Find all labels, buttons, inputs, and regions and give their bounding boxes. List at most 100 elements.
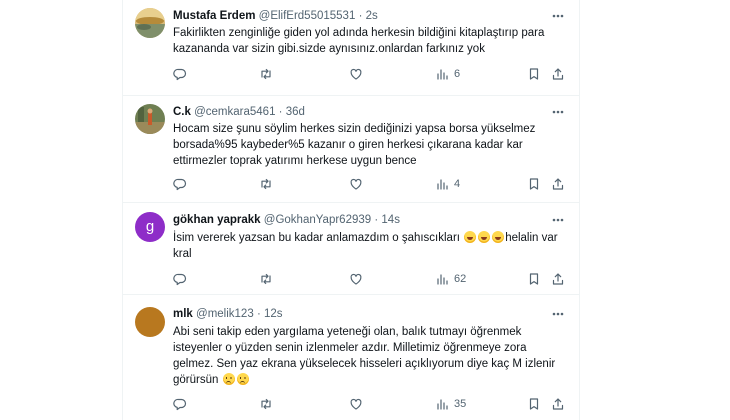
bookmark-icon (527, 177, 541, 191)
author-name[interactable]: Mustafa Erdem (173, 10, 255, 22)
avatar[interactable]: g (135, 212, 165, 242)
like-button[interactable] (349, 176, 363, 192)
reply-button[interactable] (173, 396, 187, 412)
views-count: 62 (454, 273, 467, 285)
tweet-text-segment: İsim vererek yazsan bu kadar anlamazdım … (173, 232, 464, 244)
retweet-icon (259, 177, 273, 191)
share-button[interactable] (551, 66, 565, 82)
share-icon (551, 397, 565, 411)
bookmark-icon (527, 67, 541, 81)
share-icon (551, 177, 565, 191)
author-handle[interactable]: @ElifErd55015531 (259, 10, 356, 22)
separator-dot: · (256, 308, 261, 320)
views-button[interactable]: 62 (435, 271, 466, 287)
retweet-button[interactable] (259, 271, 273, 287)
author-handle[interactable]: @cemkara5461 (194, 106, 275, 118)
avatar[interactable] (135, 307, 165, 337)
bookmark-icon (527, 272, 541, 286)
reply-button[interactable] (173, 271, 187, 287)
more-horizontal-icon[interactable] (551, 105, 565, 119)
heart-icon (349, 272, 363, 286)
bookmark-button[interactable] (527, 66, 541, 82)
more-horizontal-icon[interactable] (551, 307, 565, 321)
tweet-text-line: Abi seni takip eden yargılama yeteneği o… (173, 326, 522, 338)
tweet-header: gökhan yaprakk @GokhanYapr62939 · 14s (173, 213, 400, 227)
reply-icon (173, 397, 187, 411)
avatar-letter: g (145, 218, 155, 235)
views-button[interactable]: 6 (435, 66, 460, 82)
separator-dot: · (358, 10, 363, 22)
reply-button[interactable] (173, 176, 187, 192)
share-icon (551, 67, 565, 81)
avatar[interactable] (135, 8, 165, 38)
tweet-item[interactable]: Mustafa Erdem @ElifErd55015531 · 2s Faki… (123, 0, 579, 96)
bookmark-icon (527, 397, 541, 411)
tweet-header: Mustafa Erdem @ElifErd55015531 · 2s (173, 9, 378, 23)
views-count: 6 (454, 68, 461, 80)
author-name[interactable]: mlk (173, 308, 193, 320)
tweet-item[interactable]: mlk @melik123 · 12s Abi seni takip eden … (123, 295, 579, 420)
share-button[interactable] (551, 271, 565, 287)
bookmark-button[interactable] (527, 271, 541, 287)
views-bar-chart-icon (435, 67, 449, 81)
timestamp[interactable]: 36d (286, 106, 305, 118)
retweet-icon (259, 272, 273, 286)
reply-feed: Mustafa Erdem @ElifErd55015531 · 2s Faki… (122, 0, 580, 420)
tweet-header: C.k @cemkara5461 · 36d (173, 105, 305, 119)
reply-button[interactable] (173, 66, 187, 82)
tweet-header: mlk @melik123 · 12s (173, 307, 283, 321)
author-name[interactable]: gökhan yaprakk (173, 214, 261, 226)
retweet-button[interactable] (259, 396, 273, 412)
rolling-on-floor-laughing-emoji (478, 231, 491, 243)
bookmark-button[interactable] (527, 176, 541, 192)
tweet-text-line: Fakirlikten zenginliğe giden yol adında … (173, 27, 545, 39)
separator-dot: · (278, 106, 283, 118)
tweet-text-line: gelmez. Sen yaz ekrana yükselecek hissel… (173, 358, 556, 370)
retweet-icon (259, 67, 273, 81)
share-button[interactable] (551, 396, 565, 412)
tweet-text: Abi seni takip eden yargılama yeteneği o… (173, 324, 565, 388)
tweet-text-line: isteyenler o yüzden senin izlenmeler azd… (173, 342, 527, 354)
heart-icon (349, 177, 363, 191)
author-handle[interactable]: @GokhanYapr62939 (264, 214, 371, 226)
tweet-text: İsim vererek yazsan bu kadar anlamazdım … (173, 230, 565, 262)
views-button[interactable]: 4 (435, 176, 460, 192)
timestamp[interactable]: 2s (366, 10, 378, 22)
timestamp[interactable]: 12s (264, 308, 283, 320)
pleading-face-emoji (236, 373, 249, 385)
more-horizontal-icon[interactable] (551, 213, 565, 227)
reply-icon (173, 272, 187, 286)
tweet-text-line: kazananda var sizin gibi.sizde aynısınız… (173, 43, 485, 55)
views-button[interactable]: 35 (435, 396, 466, 412)
tweet-actions: 4 (173, 176, 569, 192)
tweet-text: Fakirlikten zenginliğe giden yol adında … (173, 25, 565, 57)
share-button[interactable] (551, 176, 565, 192)
author-name[interactable]: C.k (173, 106, 191, 118)
heart-icon (349, 397, 363, 411)
tweet-text-segment: helalin var (505, 232, 558, 244)
views-bar-chart-icon (435, 272, 449, 286)
tweet-text-line: Hocam size şunu söylim herkes sizin dedi… (173, 123, 536, 135)
retweet-button[interactable] (259, 66, 273, 82)
reply-icon (173, 177, 187, 191)
tweet-item[interactable]: g gökhan yaprakk @GokhanYapr62939 · 14s … (123, 203, 579, 295)
bookmark-button[interactable] (527, 396, 541, 412)
tweet-item[interactable]: C.k @cemkara5461 · 36d Hocam size şunu s… (123, 96, 579, 203)
share-icon (551, 272, 565, 286)
reply-icon (173, 67, 187, 81)
timestamp[interactable]: 14s (381, 214, 400, 226)
separator-dot: · (374, 214, 379, 226)
like-button[interactable] (349, 271, 363, 287)
views-bar-chart-icon (435, 177, 449, 191)
rolling-on-floor-laughing-emoji (464, 231, 477, 243)
pleading-face-emoji (222, 373, 235, 385)
tweet-actions: 35 (173, 396, 569, 412)
like-button[interactable] (349, 396, 363, 412)
retweet-button[interactable] (259, 176, 273, 192)
more-horizontal-icon[interactable] (551, 9, 565, 23)
tweet-text-line: kral (173, 248, 192, 260)
avatar[interactable] (135, 104, 165, 134)
tweet-actions: 62 (173, 271, 569, 287)
like-button[interactable] (349, 66, 363, 82)
author-handle[interactable]: @melik123 (196, 308, 254, 320)
